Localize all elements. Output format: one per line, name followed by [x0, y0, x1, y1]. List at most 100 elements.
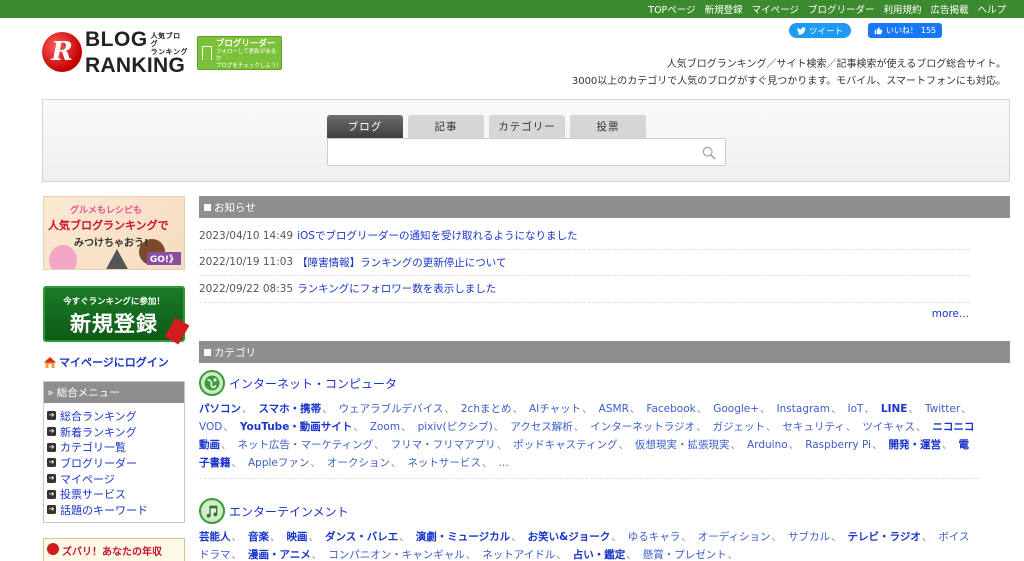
subcategory-link[interactable]: テレビ・ラジオ [848, 531, 921, 543]
subcategory-link[interactable]: Twitter [925, 403, 960, 415]
subcategory-link[interactable]: 2chまとめ [461, 403, 512, 415]
subcategory-link[interactable]: IoT [847, 403, 863, 415]
subcategory-link[interactable]: アクセス解析 [510, 421, 572, 433]
subcategory-link[interactable]: 音楽 [248, 531, 269, 543]
subcategory-link[interactable]: ネットサービス [407, 457, 481, 469]
subcategory-link[interactable]: ダンス・バレエ [325, 531, 398, 543]
tab-category[interactable]: カテゴリー [489, 115, 565, 138]
gourmet-recipe-banner[interactable]: グルメもレシピも 人気ブログランキングで みつけちゃおう! GO!》 [43, 196, 185, 270]
tweet-button[interactable]: ツイート [789, 23, 851, 38]
category-link-internet[interactable]: インターネット・コンピュータ [229, 375, 397, 392]
subcategory-link[interactable]: お笑い&ジョーク [528, 531, 611, 543]
subcategory-link[interactable]: Google+ [713, 403, 759, 415]
subcategory-link[interactable]: サブカル [788, 531, 830, 543]
menu-item-label[interactable]: 投票サービス [60, 486, 126, 502]
subcategory-link[interactable]: フリマ・フリマアプリ [391, 439, 496, 451]
menu-item-label[interactable]: 話題のキーワード [60, 502, 148, 518]
subcategory-link[interactable]: 占い・鑑定 [573, 549, 626, 561]
menu-item-category-list[interactable]: ➔ カテゴリ一覧 [47, 439, 184, 455]
subcategory-link[interactable]: 漫画・アニメ [248, 549, 311, 561]
menu-item-trending-keywords[interactable]: ➔ 話題のキーワード [47, 502, 184, 518]
mypage-login-link[interactable]: マイページにログイン [44, 354, 169, 370]
subcategory-link[interactable]: オークション [327, 457, 390, 469]
menu-item-blog-reader[interactable]: ➔ ブログリーダー [47, 455, 184, 471]
subcategory-link[interactable]: Raspberry Pi [805, 439, 871, 451]
top-nav-help[interactable]: ヘルプ [977, 2, 1006, 16]
separator: 、 [573, 421, 585, 433]
subcategory-link[interactable]: Appleファン [248, 457, 309, 469]
arrow-right-icon: ➔ [47, 458, 56, 468]
top-nav-blog-reader[interactable]: ブログリーダー [808, 2, 875, 16]
subcategory-more[interactable]: … [498, 457, 509, 469]
menu-item-label[interactable]: ブログリーダー [60, 455, 137, 471]
subcategory-link[interactable]: ASMR [599, 403, 629, 415]
top-nav-terms[interactable]: 利用規約 [883, 2, 921, 16]
menu-item-label[interactable]: マイページ [60, 471, 115, 487]
subcategory-link[interactable]: パソコン [199, 403, 241, 415]
menu-item-new-ranking[interactable]: ➔ 新着ランキング [47, 424, 184, 440]
subcategory-link[interactable]: ゆるキャラ [628, 531, 681, 543]
subcategory-link[interactable]: 開発・運営 [888, 439, 941, 451]
news-link[interactable]: ランキングにフォロワー数を表示しました [297, 281, 496, 296]
subcategory-link[interactable]: VOD [199, 421, 222, 433]
menu-item-label[interactable]: カテゴリ一覧 [60, 439, 126, 455]
subcategory-link[interactable]: 演劇・ミュージカル [416, 531, 510, 543]
subcategory-link[interactable]: 仮想現実・拡張現実 [635, 439, 730, 451]
subcategory-link[interactable]: 芸能人 [199, 531, 231, 543]
news-more-link[interactable]: more... [932, 308, 969, 320]
tab-blog[interactable]: ブログ [327, 115, 403, 138]
news-link[interactable]: 【障害情報】ランキングの更新停止について [297, 255, 506, 270]
top-nav-advertising[interactable]: 広告掲載 [930, 2, 968, 16]
subcategory-link[interactable]: 懸賞・プレゼント [643, 549, 727, 561]
category-link-entertainment[interactable]: エンターテインメント [229, 503, 349, 520]
separator: 、 [221, 439, 232, 451]
separator: 、 [681, 531, 692, 543]
subcategory-link[interactable]: Zoom [370, 421, 400, 433]
search-icon[interactable] [701, 145, 717, 161]
top-nav-signup[interactable]: 新規登録 [705, 2, 743, 16]
divider [199, 478, 979, 479]
subcategory-link[interactable]: オーディション [698, 531, 771, 543]
signup-banner-line1: 今すぐランキングに参加！ [63, 297, 165, 307]
subcategory-link[interactable]: スマホ・携帯 [259, 403, 322, 415]
gourmet-banner-go: GO!》 [146, 252, 181, 265]
subcategory-link[interactable]: コンパニオン・キャンギャル [328, 549, 465, 561]
subcategory-link[interactable]: ツイキャス [862, 421, 915, 433]
separator: 、 [231, 531, 243, 543]
tab-vote[interactable]: 投票 [570, 115, 646, 138]
subcategory-link[interactable]: 映画 [287, 531, 308, 543]
income-quiz-banner[interactable]: ズバリ！あなたの年収 [43, 538, 185, 561]
subcategory-link[interactable]: AIチャット [529, 403, 581, 415]
subcategory-link[interactable]: ネット広告・マーケティング [238, 439, 374, 451]
subcategory-link[interactable]: インターネットラジオ [590, 421, 695, 433]
menu-item-mypage[interactable]: ➔ マイページ [47, 471, 184, 487]
mypage-login-text[interactable]: マイページにログイン [59, 354, 169, 370]
search-input[interactable] [328, 139, 688, 165]
menu-item-label[interactable]: 新着ランキング [60, 424, 137, 440]
subcategory-link[interactable]: Arduino [747, 439, 788, 451]
subcategory-link[interactable]: Instagram [777, 403, 830, 415]
menu-item-vote-service[interactable]: ➔ 投票サービス [47, 486, 184, 502]
site-logo[interactable]: R BLOG 人気ブログ ランキング RANKING [42, 29, 188, 76]
subcategory-link[interactable]: YouTube・動画サイト [240, 421, 352, 433]
subcategory-link[interactable]: ガジェット [713, 421, 766, 433]
menu-item-overall-ranking[interactable]: ➔ 総合ランキング [47, 408, 184, 424]
subcategory-link[interactable]: pixiv(ピクシブ) [418, 421, 493, 433]
top-nav-top[interactable]: TOPページ [648, 2, 695, 16]
news-item: 2022/10/19 11:03 【障害情報】ランキングの更新停止について [199, 250, 970, 276]
site-tagline: 人気ブログランキング／サイト検索／記事検索が使えるブログ総合サイト。 3000以… [572, 56, 1006, 90]
blog-reader-banner[interactable]: ブログリーダー フォローして更新があるか ブログをチェックしよう! [197, 36, 282, 70]
top-nav-mypage[interactable]: マイページ [752, 2, 799, 16]
subcategory-link[interactable]: ウェアラブルデバイス [339, 403, 444, 415]
subcategory-link[interactable]: LINE [881, 403, 908, 415]
tab-article[interactable]: 記事 [408, 115, 484, 138]
facebook-like-button[interactable]: いいね！ 155 [868, 23, 942, 38]
subcategory-link[interactable]: ネットアイドル [482, 549, 555, 561]
signup-banner[interactable]: 今すぐランキングに参加！ 新規登録 [43, 286, 190, 345]
subcategory-link[interactable]: セキュリティ [783, 421, 845, 433]
tagline-line2: 3000以上のカテゴリで人気のブログがすぐ見つかります。モバイル、スマートフォン… [571, 76, 1006, 87]
menu-item-label[interactable]: 総合ランキング [60, 408, 137, 424]
news-link[interactable]: iOSでブログリーダーの通知を受け取れるようになりました [297, 228, 577, 243]
subcategory-link[interactable]: ポッドキャスティング [513, 439, 617, 451]
subcategory-link[interactable]: Facebook [646, 403, 695, 415]
